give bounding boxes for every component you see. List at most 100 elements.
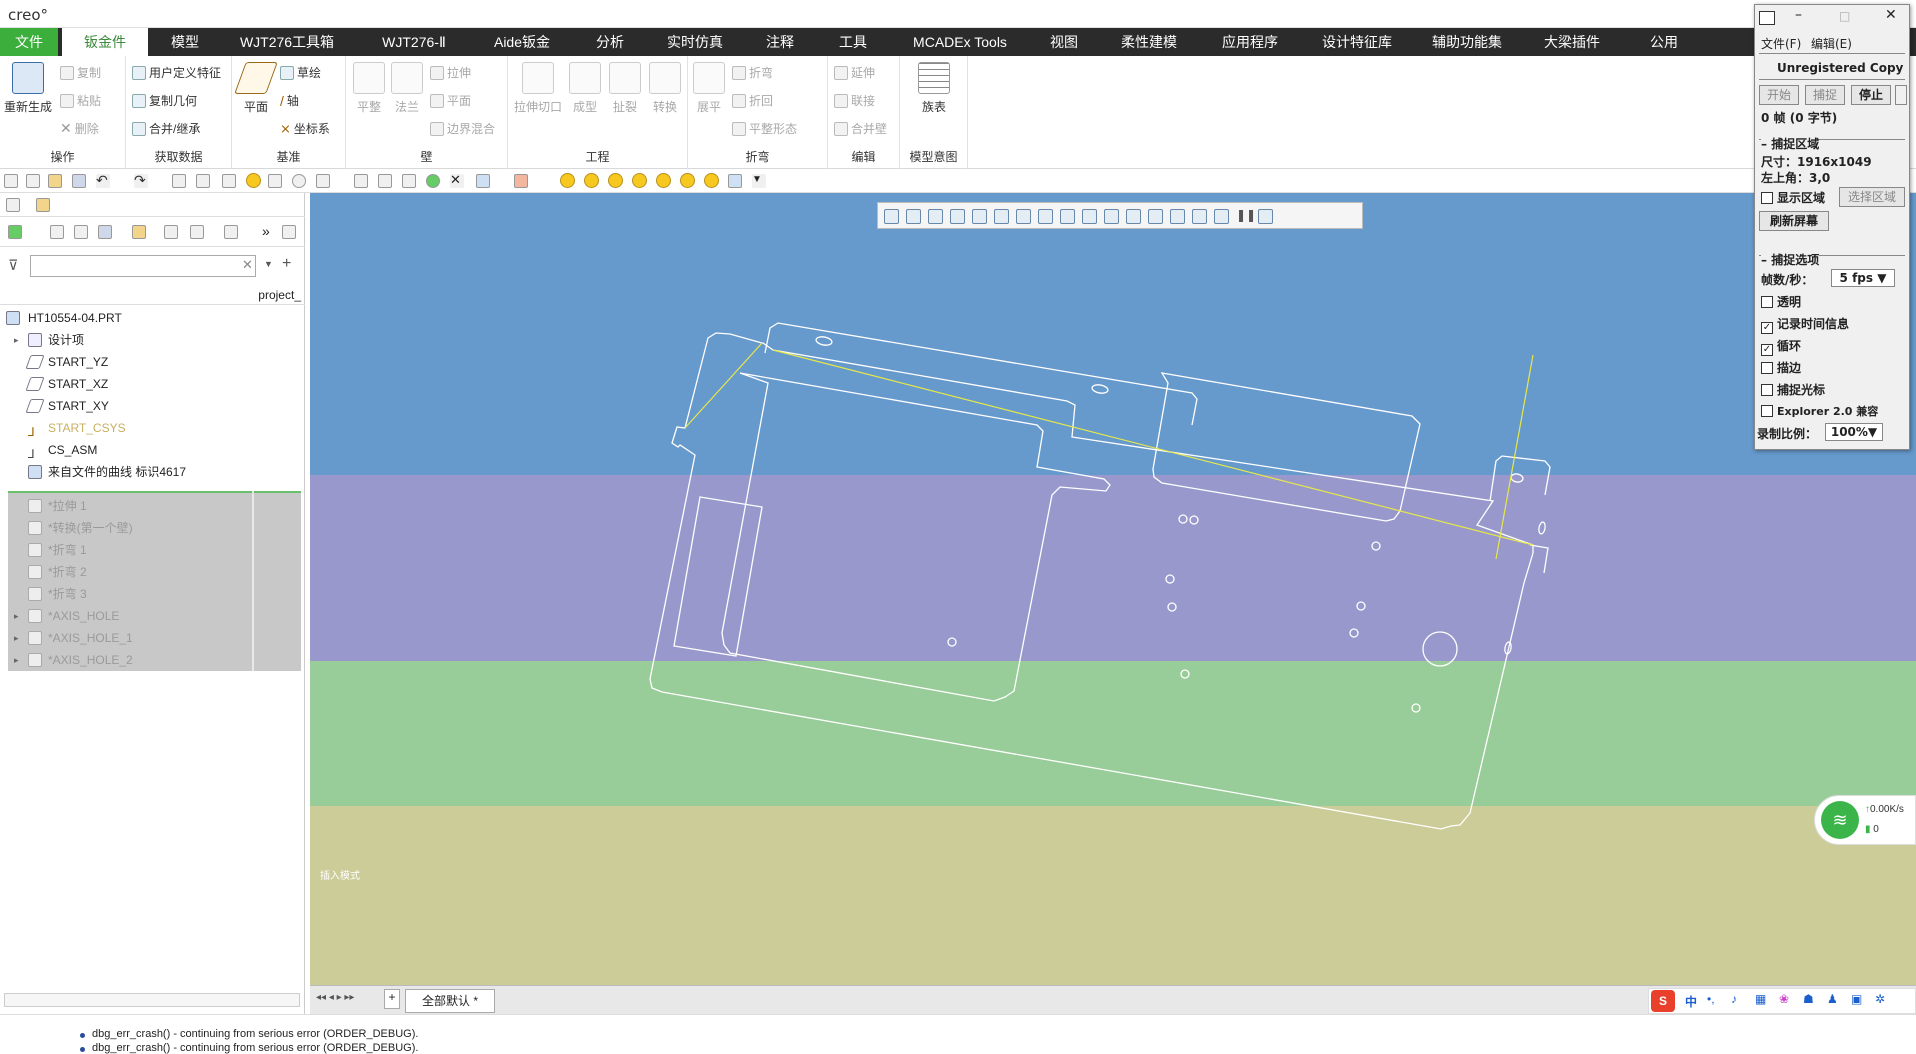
ime-settings-icon[interactable]: ✲ — [1875, 992, 1885, 1006]
flat-pattern-button[interactable]: 平整形态 — [732, 120, 797, 137]
rip-button[interactable]: 扯裂 — [608, 62, 642, 115]
regenerate-button[interactable]: 重新生成 — [2, 62, 54, 115]
warning-icon[interactable] — [1214, 209, 1229, 224]
tool-icon[interactable] — [268, 174, 282, 188]
scale-select[interactable]: 100%▼ — [1825, 423, 1883, 441]
convert-button[interactable]: 转换 — [648, 62, 682, 115]
folder-browser-tab-icon[interactable] — [36, 198, 50, 212]
toolbox-icon[interactable]: ▣ — [1851, 992, 1862, 1006]
search-dropdown-icon[interactable]: ▼ — [264, 259, 273, 269]
family-table-button[interactable]: 族表 — [912, 62, 956, 115]
tree-item-bend-3[interactable]: *折弯 3 — [0, 583, 300, 605]
microphone-icon[interactable]: ♪ — [1731, 992, 1737, 1006]
csys-button[interactable]: ⨯ 坐标系 — [280, 120, 330, 137]
planar-wall-button[interactable]: 平面 — [430, 92, 471, 109]
view-manager-icon[interactable] — [1016, 209, 1031, 224]
tab-common[interactable]: 公用 — [1634, 28, 1694, 56]
settings-icon[interactable] — [190, 225, 204, 239]
refresh-screen-button[interactable]: 刷新屏幕 — [1759, 211, 1829, 231]
model-icon[interactable] — [8, 225, 22, 239]
spin-center-icon[interactable] — [1170, 209, 1185, 224]
tab-mcadex-tools[interactable]: MCADEx Tools — [898, 28, 1022, 56]
saved-orientations-icon[interactable] — [994, 209, 1009, 224]
tab-view[interactable]: 视图 — [1034, 28, 1094, 56]
tree-item-start-xz[interactable]: START_XZ — [0, 373, 300, 395]
select-region-button[interactable]: 选择区域 — [1839, 187, 1905, 207]
cube-icon[interactable] — [476, 174, 490, 188]
pause-icon[interactable]: ❚❚ — [1236, 209, 1256, 224]
record-time-checkbox[interactable]: ✓ 记录时间信息 — [1761, 315, 1849, 334]
delete-button[interactable]: ✕ 删除 — [60, 120, 99, 137]
tab-applications[interactable]: 应用程序 — [1212, 28, 1288, 56]
sphere-icon[interactable] — [426, 174, 440, 188]
network-speed-widget[interactable]: ≋ ↑0.00K/s ▮ 0 — [1814, 795, 1916, 845]
tab-wjt276-toolbox[interactable]: WJT276工具箱 — [232, 28, 342, 56]
new-icon[interactable] — [4, 174, 18, 188]
axis-display-icon[interactable] — [1082, 209, 1097, 224]
tree-item-part[interactable]: HT10554-04.PRT — [0, 307, 300, 329]
sheetmetal-model-view[interactable] — [310, 193, 1916, 985]
menu-file[interactable]: 文件(F) — [1761, 35, 1801, 52]
ime-lang-toggle[interactable]: 中 — [1685, 993, 1697, 1010]
smiley-1-icon[interactable] — [560, 173, 575, 188]
target-icon[interactable] — [292, 174, 306, 188]
paste-button[interactable]: 粘贴 — [60, 92, 101, 109]
layer-tree-icon[interactable] — [224, 225, 238, 239]
game-icon[interactable]: ☗ — [1803, 992, 1814, 1006]
tab-realtime-sim[interactable]: 实时仿真 — [655, 28, 735, 56]
skin-icon[interactable]: ❀ — [1779, 992, 1789, 1006]
smiley-icon[interactable] — [246, 173, 261, 188]
perspective-icon[interactable] — [1038, 209, 1053, 224]
measure-icon[interactable] — [354, 174, 368, 188]
tab-nav-arrows[interactable]: ◂◂ ◂ ▸ ▸▸ — [316, 992, 354, 1003]
refit-icon[interactable] — [884, 209, 899, 224]
join-button[interactable]: 联接 — [834, 92, 875, 109]
copy-button[interactable]: 复制 — [60, 64, 101, 81]
tab-flexible-modeling[interactable]: 柔性建模 — [1114, 28, 1184, 56]
close-icon[interactable]: ✕ — [1885, 7, 1897, 23]
doc-icon[interactable] — [282, 225, 296, 239]
point-display-icon[interactable] — [1104, 209, 1119, 224]
border-checkbox[interactable]: 描边 — [1761, 359, 1801, 376]
zoom-in-icon[interactable] — [906, 209, 921, 224]
expand-arrow-icon[interactable]: ▸ — [14, 329, 19, 351]
flange-button[interactable]: 法兰 — [390, 62, 424, 115]
fps-select[interactable]: 5 fps ▼ — [1831, 269, 1895, 287]
smiley-4-icon[interactable] — [632, 173, 647, 188]
smiley-3-icon[interactable] — [608, 173, 623, 188]
tab-wjt276-ii[interactable]: WJT276-Ⅱ — [362, 28, 466, 56]
form-button[interactable]: 成型 — [568, 62, 602, 115]
capture-cursor-checkbox[interactable]: 捕捉光标 — [1761, 381, 1825, 398]
clear-search-icon[interactable]: ✕ — [242, 257, 253, 273]
regen-small-icon[interactable] — [196, 174, 210, 188]
tree-item-convert[interactable]: *转换(第一个壁) — [0, 517, 300, 539]
datum-plane-button[interactable]: 平面 — [234, 62, 278, 115]
merge-wall-button[interactable]: 合并壁 — [834, 120, 887, 137]
unbend-button[interactable]: 展平 — [692, 62, 726, 115]
tree-item-cs-asm[interactable]: ⅃ CS_ASM — [0, 439, 300, 461]
sogou-logo-icon[interactable]: S — [1651, 990, 1675, 1012]
merge-inherit-button[interactable]: 合并/继承 — [132, 120, 200, 137]
column-project[interactable]: project_ — [258, 288, 301, 302]
layer-icon[interactable] — [316, 174, 330, 188]
capture-side-handle[interactable] — [1895, 85, 1907, 105]
axis-button[interactable]: / 轴 — [280, 92, 299, 109]
shirt-icon[interactable]: ♟ — [1827, 992, 1838, 1006]
filter-icon[interactable]: ⊽ — [8, 257, 18, 274]
undo-icon[interactable]: ↶ — [96, 173, 110, 188]
tab-sheetmetal[interactable]: 钣金件 — [62, 28, 148, 56]
tree-item-start-csys[interactable]: ⅃ START_CSYS — [0, 417, 300, 439]
extrude-cut-button[interactable]: 拉伸切口 — [512, 62, 564, 115]
tab-tools[interactable]: 工具 — [823, 28, 883, 56]
text-icon[interactable] — [172, 174, 186, 188]
show-region-checkbox[interactable]: 显示区域 — [1761, 189, 1825, 206]
explorer-compat-checkbox[interactable]: Explorer 2.0 兼容 — [1761, 403, 1878, 419]
smiley-5-icon[interactable] — [656, 173, 671, 188]
csys-display-icon[interactable] — [1126, 209, 1141, 224]
filter-tree-icon[interactable] — [164, 225, 178, 239]
new-file-icon[interactable] — [26, 174, 40, 188]
smiley-6-icon[interactable] — [680, 173, 695, 188]
keyboard-icon[interactable]: ▦ — [1755, 992, 1766, 1006]
start-button[interactable]: 开始 — [1759, 85, 1799, 105]
extend-button[interactable]: 延伸 — [834, 64, 875, 81]
